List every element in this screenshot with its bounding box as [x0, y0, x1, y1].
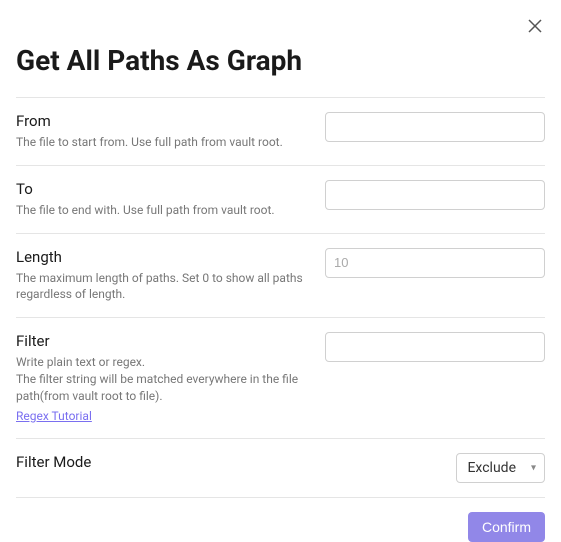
filter-desc-1: Write plain text or regex.: [16, 354, 309, 371]
filter-row: Filter Write plain text or regex. The fi…: [16, 318, 545, 438]
close-icon: [528, 19, 542, 33]
dialog-footer: Confirm: [16, 498, 545, 542]
to-input[interactable]: [325, 180, 545, 210]
chevron-down-icon: ▾: [531, 462, 536, 473]
length-input[interactable]: [325, 248, 545, 278]
filter-mode-select[interactable]: Exclude ▾: [456, 453, 545, 483]
from-desc: The file to start from. Use full path fr…: [16, 134, 309, 151]
dialog-title: Get All Paths As Graph: [16, 44, 545, 77]
regex-tutorial-link[interactable]: Regex Tutorial: [16, 409, 92, 423]
filter-input[interactable]: [325, 332, 545, 362]
length-desc: The maximum length of paths. Set 0 to sh…: [16, 270, 309, 304]
length-label: Length: [16, 248, 309, 266]
from-row: From The file to start from. Use full pa…: [16, 98, 545, 166]
modal-dialog: Get All Paths As Graph From The file to …: [0, 0, 561, 533]
filter-desc-2: The filter string will be matched everyw…: [16, 371, 309, 405]
to-row: To The file to end with. Use full path f…: [16, 166, 545, 234]
from-label: From: [16, 112, 309, 130]
confirm-button[interactable]: Confirm: [468, 512, 545, 542]
from-input[interactable]: [325, 112, 545, 142]
filter-mode-selected: Exclude: [467, 460, 516, 476]
filter-label: Filter: [16, 332, 309, 350]
length-row: Length The maximum length of paths. Set …: [16, 234, 545, 319]
filter-mode-row: Filter Mode Exclude ▾: [16, 439, 545, 498]
to-desc: The file to end with. Use full path from…: [16, 202, 309, 219]
filter-mode-label: Filter Mode: [16, 453, 440, 471]
to-label: To: [16, 180, 309, 198]
close-button[interactable]: [525, 16, 545, 36]
